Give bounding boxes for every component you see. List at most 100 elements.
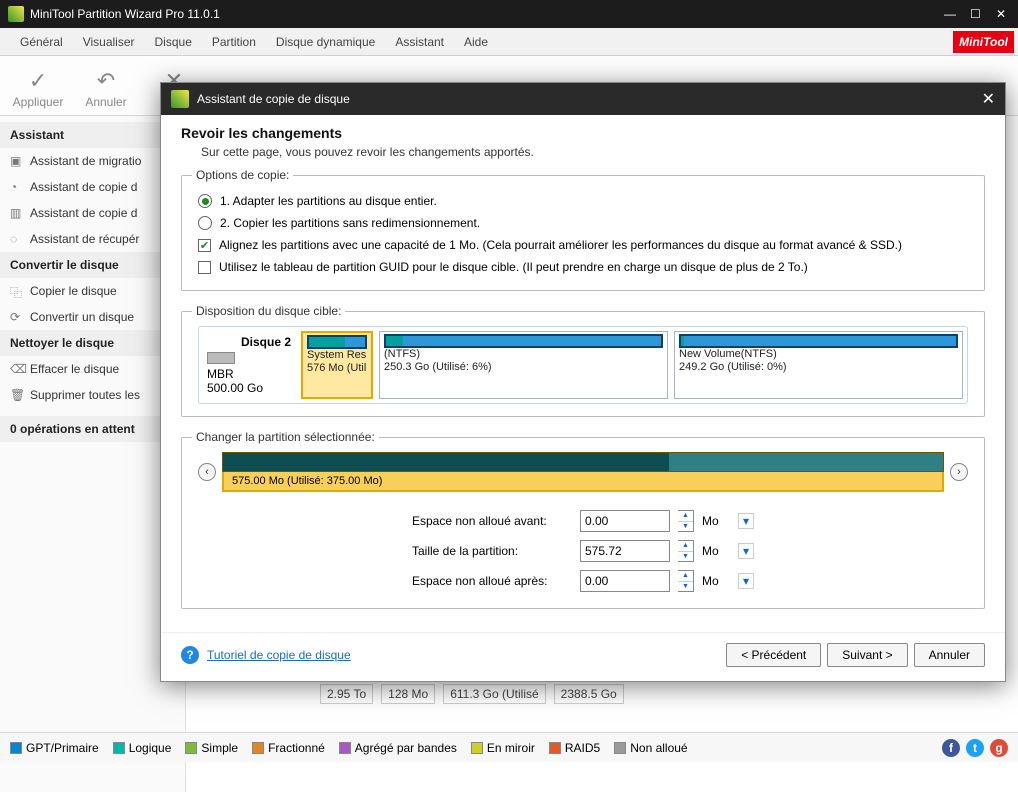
brand-logo: MiniTool	[953, 31, 1014, 53]
twitter-icon[interactable]: t	[966, 739, 984, 757]
label-partition-size: Taille de la partition:	[412, 544, 572, 558]
partition-system-reserved[interactable]: System Res 576 Mo (Util	[301, 331, 373, 399]
sidebar-item-delete-all[interactable]: 🗑Supprimer toutes les	[0, 382, 185, 408]
menu-general[interactable]: Général	[10, 31, 73, 53]
sidebar-item-copy-partition[interactable]: ▥Assistant de copie d	[0, 200, 185, 226]
next-button[interactable]: Suivant >	[827, 643, 907, 667]
radio-icon	[198, 216, 212, 230]
partition-ntfs-1[interactable]: (NTFS) 250.3 Go (Utilisé: 6%)	[379, 331, 668, 399]
undo-button[interactable]: ↶ Annuler	[78, 62, 134, 109]
disk-size: 500.00 Go	[207, 381, 291, 395]
legend-nonall: Non alloué	[614, 741, 687, 755]
input-unalloc-after[interactable]	[580, 570, 670, 592]
unit-dropdown[interactable]: ▾	[738, 543, 754, 559]
help-icon[interactable]: ?	[181, 646, 199, 664]
bg-cell: 2.95 To	[320, 684, 373, 704]
sidebar-item-wipe[interactable]: ⌫Effacer le disque	[0, 356, 185, 382]
option2-label: 2. Copier les partitions sans redimensio…	[220, 216, 480, 230]
close-button[interactable]: ✕	[996, 7, 1010, 21]
menu-aide[interactable]: Aide	[454, 31, 498, 53]
bg-cell: 611.3 Go (Utilisé	[443, 684, 545, 704]
main-title-bar: MiniTool Partition Wizard Pro 11.0.1 — ☐…	[0, 0, 1018, 28]
legend-gpt: GPT/Primaire	[10, 741, 99, 755]
partition-bar	[307, 335, 367, 349]
dialog-subtext: Sur cette page, vous pouvez revoir les c…	[181, 141, 985, 159]
shift-right-button[interactable]: ›	[950, 463, 968, 481]
guid-checkbox[interactable]: Utilisez le tableau de partition GUID po…	[198, 256, 968, 278]
sidebar-item-recovery[interactable]: ◌Assistant de récupér	[0, 226, 185, 252]
disk-name: Disque 2	[207, 335, 291, 349]
partition-size: 249.2 Go (Utilisé: 0%)	[679, 361, 958, 374]
label-unalloc-before: Espace non alloué avant:	[412, 514, 572, 528]
facebook-icon[interactable]: f	[942, 739, 960, 757]
legend-bar: GPT/Primaire Logique Simple Fractionné A…	[0, 732, 1018, 762]
option-no-resize[interactable]: 2. Copier les partitions sans redimensio…	[198, 212, 968, 234]
apply-label: Appliquer	[13, 95, 64, 109]
row-unalloc-before: Espace non alloué avant: ▲▼ Mo ▾	[198, 506, 968, 536]
disk-layout-row: Disque 2 MBR 500.00 Go System Res 576 Mo…	[198, 326, 968, 404]
unit-dropdown[interactable]: ▾	[738, 513, 754, 529]
gplus-icon[interactable]: g	[990, 739, 1008, 757]
menu-assistant[interactable]: Assistant	[385, 31, 454, 53]
spinner-after[interactable]: ▲▼	[678, 570, 694, 592]
previous-button[interactable]: < Précédent	[726, 643, 821, 667]
layout-legend: Disposition du disque cible:	[192, 304, 345, 318]
radio-icon	[198, 194, 212, 208]
trash-icon: 🗑	[10, 388, 25, 402]
apply-button[interactable]: ✓ Appliquer	[10, 62, 66, 109]
menu-visualiser[interactable]: Visualiser	[73, 31, 145, 53]
row-partition-size: Taille de la partition: ▲▼ Mo ▾	[198, 536, 968, 566]
sidebar-cat-convert: Convertir le disque	[0, 252, 185, 278]
align-label: Alignez les partitions avec une capacité…	[219, 238, 902, 252]
partition-new-volume[interactable]: New Volume(NTFS) 249.2 Go (Utilisé: 0%)	[674, 331, 963, 399]
legend-miroir: En miroir	[471, 741, 535, 755]
shift-left-button[interactable]: ‹	[198, 463, 216, 481]
dialog-heading: Revoir les changements	[181, 125, 985, 141]
sidebar-item-copy[interactable]: ⿻Copier le disque	[0, 278, 185, 304]
partition-size: 250.3 Go (Utilisé: 6%)	[384, 361, 663, 374]
eraser-icon: ⌫	[10, 362, 27, 376]
dialog-close-button[interactable]: ✕	[982, 89, 995, 109]
sidebar-item-convert[interactable]: ⟳Convertir un disque	[0, 304, 185, 330]
menu-disque[interactable]: Disque	[145, 31, 202, 53]
tutorial-link[interactable]: Tutoriel de copie de disque	[207, 648, 351, 662]
partition-slider[interactable]: 575.00 Mo (Utilisé: 375.00 Mo)	[222, 452, 944, 492]
input-unalloc-before[interactable]	[580, 510, 670, 532]
spinner-size[interactable]: ▲▼	[678, 540, 694, 562]
row-unalloc-after: Espace non alloué après: ▲▼ Mo ▾	[198, 566, 968, 596]
minimize-button[interactable]: —	[944, 7, 958, 21]
slider-used	[223, 453, 669, 471]
option1-label: 1. Adapter les partitions au disque enti…	[220, 194, 437, 208]
copy-disk-wizard-dialog: Assistant de copie de disque ✕ Revoir le…	[160, 82, 1006, 682]
sidebar-item-migration[interactable]: ▣Assistant de migratio	[0, 148, 185, 174]
bg-cell: 2388.5 Go	[554, 684, 624, 704]
dialog-header: Revoir les changements Sur cette page, v…	[161, 115, 1005, 165]
unit-dropdown[interactable]: ▾	[738, 573, 754, 589]
checkbox-icon	[198, 261, 211, 274]
bg-cell: 128 Mo	[381, 684, 435, 704]
cancel-button[interactable]: Annuler	[914, 643, 985, 667]
dialog-logo-icon	[171, 90, 189, 108]
menu-disque-dynamique[interactable]: Disque dynamique	[266, 31, 385, 53]
spinner-before[interactable]: ▲▼	[678, 510, 694, 532]
menu-partition[interactable]: Partition	[202, 31, 266, 53]
maximize-button[interactable]: ☐	[970, 7, 984, 21]
menu-bar: Général Visualiser Disque Partition Disq…	[0, 28, 1018, 56]
recovery-icon: ◌	[10, 232, 17, 246]
unit-label: Mo	[702, 514, 730, 528]
change-selected-partition-group: Changer la partition sélectionnée: ‹ 575…	[181, 437, 985, 609]
dialog-title: Assistant de copie de disque	[197, 92, 982, 106]
sidebar-cat-clean: Nettoyer le disque	[0, 330, 185, 356]
disk-copy-icon: ◔	[10, 180, 17, 194]
sidebar-item-copy-disk[interactable]: ◔Assistant de copie d	[0, 174, 185, 200]
unit-label: Mo	[702, 544, 730, 558]
option-fit-whole-disk[interactable]: 1. Adapter les partitions au disque enti…	[198, 190, 968, 212]
unit-label: Mo	[702, 574, 730, 588]
legend-raid: RAID5	[549, 741, 600, 755]
partition-bar	[679, 334, 958, 348]
input-partition-size[interactable]	[580, 540, 670, 562]
partition-copy-icon: ▥	[10, 206, 21, 220]
copy-options-legend: Options de copie:	[192, 168, 293, 182]
align-1mb-checkbox[interactable]: ✔ Alignez les partitions avec une capaci…	[198, 234, 968, 256]
slider-label: 575.00 Mo (Utilisé: 375.00 Mo)	[222, 472, 944, 492]
